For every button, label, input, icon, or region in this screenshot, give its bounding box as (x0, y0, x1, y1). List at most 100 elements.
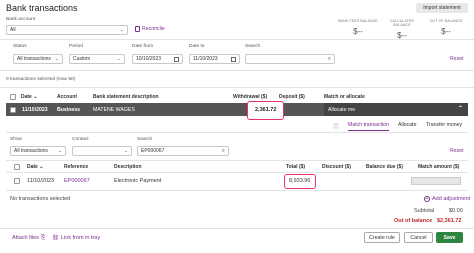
detail-row-checkbox[interactable] (14, 178, 20, 184)
reconcile-link[interactable]: Reconcile (135, 26, 165, 32)
detail-search-label: Search (137, 137, 153, 142)
calendar-icon (174, 56, 179, 62)
reconcile-label: Reconcile (142, 26, 165, 32)
detail-row-description: Electronic Payment (114, 178, 162, 184)
show-value: All transactions (14, 148, 48, 154)
date-from-input[interactable]: 10/10/2023 (132, 54, 183, 64)
detail-reset-link[interactable]: Reset (450, 148, 464, 154)
chevron-up-icon[interactable]: ⌃ (458, 105, 463, 112)
info-icon[interactable]: ⓘ (333, 122, 339, 132)
date-from-label: Date from (132, 44, 154, 49)
column-date[interactable]: Date ⌄ (21, 94, 37, 100)
column-withdrawal: Withdrawal ($) (233, 94, 268, 100)
detail-column-discount: Discount ($) (322, 164, 351, 170)
sort-icon: ⌄ (39, 164, 44, 170)
subtotal-value: $0.00 (449, 208, 463, 214)
period-select[interactable]: Custom ⌄ (69, 54, 125, 64)
balance-title: OUT OF BALANCE (429, 19, 463, 23)
date-to-value: 11/10/2023 (193, 56, 218, 62)
allocate-me-cell[interactable]: Allocate me (324, 103, 468, 116)
contact-label: Contact (72, 137, 89, 142)
detail-row-reference[interactable]: EP000067 (64, 178, 90, 184)
column-date-label: Date (21, 94, 32, 100)
bank-account-value: All (10, 27, 16, 33)
detail-search-input[interactable]: EP000067 ⌕ (137, 146, 229, 156)
period-value: Custom (73, 56, 91, 62)
bank-account-label: Bank account (6, 17, 36, 22)
date-to-input[interactable]: 11/10/2023 (189, 54, 240, 64)
detail-column-reference: Reference (64, 164, 89, 170)
balance-title: CALCULATED BALANCE (389, 19, 415, 27)
show-select[interactable]: All transactions ⌄ (10, 146, 66, 156)
select-all-checkbox[interactable] (10, 94, 16, 100)
out-of-balance-value: $2,361.72 (437, 218, 462, 224)
tab-match-transaction[interactable]: Match transaction (348, 122, 389, 132)
status-select[interactable]: All transactions ⌄ (13, 54, 63, 64)
search-label: Search (245, 44, 261, 49)
cancel-button[interactable]: Cancel (404, 232, 433, 243)
match-amount-input[interactable] (411, 177, 461, 185)
row-account: Business (57, 106, 81, 113)
column-match: Match or allocate (324, 94, 365, 100)
detail-column-date[interactable]: Date ⌄ (27, 164, 43, 170)
allocate-me-label: Allocate me (328, 106, 356, 113)
chevron-down-icon: ⌄ (116, 56, 121, 62)
paperclip-icon: ⎘ (40, 235, 46, 241)
reset-link[interactable]: Reset (450, 56, 464, 62)
page-title: Bank transactions (6, 3, 78, 13)
tab-allocate[interactable]: Allocate (398, 122, 416, 132)
bank-feed-balance: BANK FEED BALANCE $-- (338, 19, 378, 36)
divider (0, 70, 474, 71)
contact-select[interactable]: ⌄ (72, 146, 132, 156)
detail-column-total: Total ($) (286, 164, 306, 170)
column-description: Bank statement description (93, 94, 159, 100)
column-deposit: Deposit ($) (279, 94, 305, 100)
balance-title: BANK FEED BALANCE (338, 19, 378, 23)
plus-circle-icon: + (424, 196, 430, 202)
date-from-value: 10/10/2023 (136, 56, 162, 62)
period-label: Period (69, 44, 83, 49)
reconcile-icon (135, 26, 140, 32)
attach-files-link[interactable]: Attach files ⎘ (12, 235, 45, 242)
create-rule-button[interactable]: Create rule (364, 232, 400, 243)
out-of-balance-label: Out of balance (394, 218, 433, 224)
date-to-label: Date to (189, 44, 205, 49)
sort-icon: ⌄ (33, 94, 38, 100)
import-statement-button[interactable]: Import statement (416, 3, 468, 13)
detail-select-all-checkbox[interactable] (14, 164, 20, 170)
add-adjustment-label: Add adjustment (432, 196, 471, 202)
divider (0, 228, 474, 229)
search-icon: ⌕ (327, 55, 331, 62)
detail-column-match-amount: Match amount ($) (418, 164, 460, 170)
row-checkbox[interactable] (10, 106, 16, 113)
tab-transfer-money[interactable]: Transfer money (426, 122, 462, 132)
status-label: Status (13, 44, 27, 49)
tab-label: Match transaction (348, 122, 389, 131)
detail-search-value: EP000067 (141, 148, 165, 154)
chevron-down-icon: ⌄ (54, 56, 59, 62)
search-input[interactable]: ⌕ (245, 54, 335, 64)
link-from-tray-link[interactable]: ⛓ Link from in tray (52, 235, 100, 241)
detail-column-date-label: Date (27, 164, 38, 170)
selection-count: 0 transactions selected (max 50) (6, 77, 76, 82)
divider (6, 160, 468, 161)
row-description: MATENE WAGES (93, 106, 135, 113)
bank-account-select[interactable]: All ⌄ (6, 25, 128, 35)
row-date: 11/10/2023 (22, 106, 48, 113)
link-icon: ⛓ (52, 235, 59, 241)
detail-row-total: 8,933.96 (289, 178, 311, 184)
column-account: Account (57, 94, 77, 100)
divider (0, 87, 474, 88)
subtotal-label: Subtotal (414, 208, 435, 214)
save-button[interactable]: Save (436, 232, 463, 243)
no-transactions-selected: No transactions selected (10, 196, 71, 202)
search-icon: ⌕ (221, 147, 225, 154)
divider (0, 39, 474, 40)
divider (6, 190, 468, 191)
balance-value: $-- (353, 27, 363, 36)
table-row[interactable]: 11/10/2023 Business MATENE WAGES Allocat… (6, 103, 468, 116)
divider (6, 132, 468, 133)
link-from-tray-label: Link from in tray (60, 235, 101, 241)
add-adjustment-link[interactable]: + Add adjustment (424, 196, 470, 202)
balance-value: $-- (441, 27, 451, 36)
